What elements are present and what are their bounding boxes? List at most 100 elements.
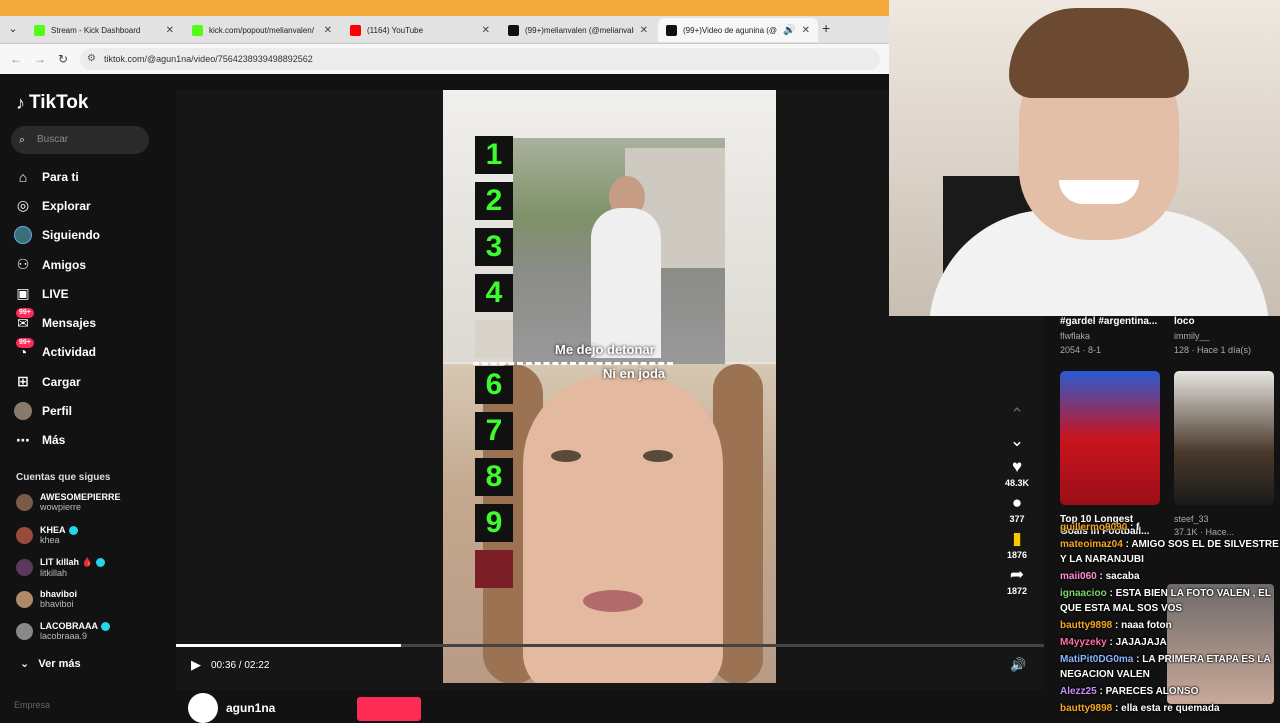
- man-body-shape: [591, 208, 661, 358]
- nav-perfil[interactable]: Perfil: [14, 396, 164, 425]
- forward-arrow-icon[interactable]: →: [34, 52, 46, 66]
- nav-label: Cargar: [42, 374, 81, 389]
- nav-label: Más: [42, 433, 66, 448]
- face-shape: [523, 374, 723, 683]
- following-account[interactable]: LIT killah 🩸 litkillah: [16, 557, 105, 578]
- reload-icon[interactable]: ↻: [58, 52, 68, 66]
- nav-mas[interactable]: ⋯ Más: [14, 426, 164, 455]
- upload-icon: ⊞: [17, 373, 29, 390]
- rank-number: 1: [475, 136, 513, 174]
- next-video-chevron-down-icon[interactable]: ⌄: [998, 430, 1036, 452]
- follow-button[interactable]: [357, 697, 421, 721]
- stream-chat-overlay: guillermo9090 : f mateoimaz04 : AMIGO SOS…: [1060, 520, 1280, 718]
- nav-label: Para ti: [42, 169, 79, 184]
- nav-siguiendo[interactable]: Siguiendo: [14, 221, 164, 250]
- account-name: KHEA: [40, 525, 66, 535]
- nav-label: Mensajes: [42, 316, 97, 331]
- suggestion-thumbnail[interactable]: [1174, 371, 1274, 505]
- streamer-webcam: [889, 0, 1280, 316]
- share-arrow-icon: ➦: [1009, 565, 1025, 584]
- share-button[interactable]: ➦ 1872: [998, 564, 1036, 596]
- avatar: [16, 590, 33, 608]
- main-nav: ⌂ Para ti ◎ Explorar Siguiendo ⚇ Amigos ▣ LI…: [14, 162, 164, 455]
- comment-count: 377: [1009, 514, 1025, 524]
- tab-kick-dashboard[interactable]: Stream - Kick Dashboard ✕: [26, 18, 182, 42]
- share-count: 1872: [1006, 586, 1028, 596]
- nav-explorar[interactable]: ◎ Explorar: [14, 191, 164, 220]
- nav-amigos[interactable]: ⚇ Amigos: [14, 250, 164, 279]
- smile-shape: [1059, 180, 1139, 204]
- chevron-down-icon: ⌄: [20, 658, 30, 670]
- chat-message: guillermo9090 : f: [1060, 520, 1280, 535]
- video-frame[interactable]: Me dejo detonar Ni en joda 1 2 3 4 6 7 8…: [443, 90, 776, 683]
- tab-youtube[interactable]: (1164) YouTube ✕: [342, 18, 498, 42]
- chat-username: bautty9898: [1060, 703, 1113, 714]
- chat-message: ignaacioo : ESTA BIEN LA FOTO VALEN , EL…: [1060, 586, 1280, 616]
- play-icon[interactable]: ▶: [191, 657, 201, 673]
- following-account[interactable]: AWESOMEPIERRE wowpierre: [16, 492, 121, 512]
- comment-button[interactable]: ● 377: [998, 492, 1036, 524]
- tab-search-chevron-icon[interactable]: ⌄: [4, 20, 22, 38]
- nav-para-ti[interactable]: ⌂ Para ti: [14, 162, 164, 191]
- rank-thumbnail: [475, 320, 513, 358]
- following-account[interactable]: bhaviboi bhaviboi: [16, 589, 77, 609]
- chat-username: M4yyzeky: [1060, 637, 1107, 648]
- following-account[interactable]: LACOBRAAA lacobraaa.9: [16, 621, 110, 641]
- url-input[interactable]: ⚙ tiktok.com/@agun1na/video/756423893949…: [80, 48, 880, 70]
- nav-label: Siguiendo: [42, 228, 100, 243]
- nav-cargar[interactable]: ⊞ Cargar: [14, 367, 164, 396]
- tiktok-note-icon: ♪: [16, 92, 25, 113]
- verified-badge-icon: [68, 526, 78, 536]
- volume-icon[interactable]: 🔊: [1010, 657, 1026, 673]
- author-row[interactable]: agun1na: [188, 693, 275, 723]
- suggestion-title[interactable]: #gardel #argentina...: [1060, 316, 1157, 327]
- chat-text: : naaa foton: [1112, 620, 1172, 631]
- see-more-label: Ver más: [38, 658, 81, 670]
- tab-close-icon[interactable]: ✕: [802, 25, 810, 36]
- progress-fill: [176, 644, 401, 647]
- chat-username: bautty9898: [1060, 620, 1113, 631]
- new-tab-plus-icon[interactable]: +: [822, 20, 830, 36]
- more-icon: ⋯: [16, 431, 30, 448]
- rank-number: 6: [475, 366, 513, 404]
- back-arrow-icon[interactable]: ←: [10, 52, 22, 66]
- video-progress-bar[interactable]: [176, 644, 1044, 647]
- tiktok-logo[interactable]: ♪ TikTok: [16, 92, 88, 114]
- like-button[interactable]: ♥ 48.3K: [998, 456, 1036, 488]
- chat-text: : ella esta re quemada: [1112, 703, 1220, 714]
- save-button[interactable]: ▮ 1876: [998, 528, 1036, 560]
- suggestion-user: immily__: [1174, 331, 1210, 341]
- tab-tiktok-video-active[interactable]: (99+)Video de agunina (@a 🔊 ✕: [658, 18, 818, 42]
- nav-mensajes[interactable]: ✉ 99+ Mensajes: [14, 308, 164, 337]
- tab-kick-popout[interactable]: kick.com/popout/melianvalen/ ✕: [184, 18, 340, 42]
- search-placeholder: Buscar: [37, 134, 69, 145]
- video-actions: ⌃ ⌄ ♥ 48.3K ● 377 ▮ 1876 ➦ 1872: [998, 404, 1036, 600]
- chat-text: : PARECES ALONSO: [1096, 686, 1199, 697]
- eye-shape: [643, 450, 673, 462]
- company-link[interactable]: Empresa: [14, 700, 50, 710]
- chat-message: Alezz25 : PARECES ALONSO: [1060, 684, 1280, 699]
- suggestion-thumbnail[interactable]: [1060, 371, 1160, 505]
- tab-close-icon[interactable]: ✕: [640, 25, 648, 36]
- following-account[interactable]: KHEA khea: [16, 525, 78, 545]
- tab-tiktok-melianvalen[interactable]: (99+)melianvalen (@melianvale ✕: [500, 18, 656, 42]
- avatar: [16, 559, 33, 576]
- youtube-favicon-icon: [350, 24, 361, 36]
- profile-avatar-icon: [14, 402, 32, 421]
- site-info-icon[interactable]: ⚙: [87, 48, 96, 70]
- chat-username: ignaacioo: [1060, 588, 1107, 599]
- tab-audio-icon[interactable]: 🔊: [783, 25, 795, 36]
- tab-title: kick.com/popout/melianvalen/: [209, 25, 314, 35]
- see-more-button[interactable]: ⌄ Ver más: [20, 657, 81, 670]
- nav-actividad[interactable]: ◔ 99+ Actividad: [14, 337, 164, 367]
- tab-close-icon[interactable]: ✕: [166, 25, 174, 36]
- video-caption-bottom: Ni en joda: [603, 366, 666, 381]
- tab-close-icon[interactable]: ✕: [324, 25, 332, 36]
- nav-label: LIVE: [42, 286, 69, 301]
- suggestion-title[interactable]: loco: [1174, 316, 1195, 327]
- compass-icon: ◎: [16, 197, 30, 214]
- search-input[interactable]: ⌕ Buscar: [11, 126, 149, 154]
- tab-close-icon[interactable]: ✕: [482, 25, 490, 36]
- prev-video-chevron-up-icon[interactable]: ⌃: [998, 404, 1036, 426]
- nav-live[interactable]: ▣ LIVE: [14, 279, 164, 308]
